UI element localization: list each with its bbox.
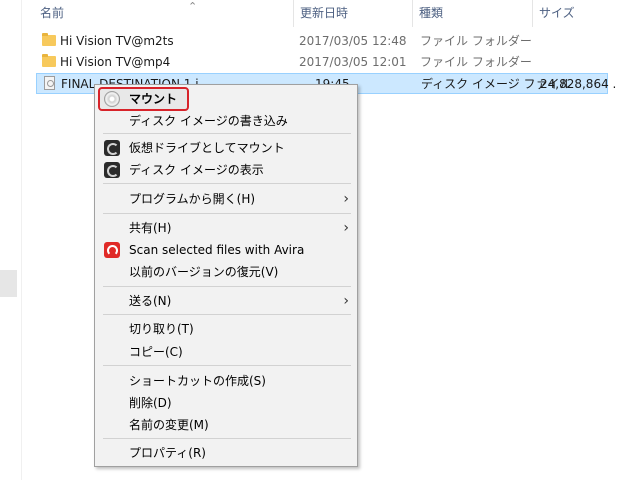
menu-item-cut[interactable]: 切り取り(T) (95, 318, 357, 340)
menu-item-label: マウント (129, 92, 178, 106)
menu-item-scan-avira[interactable]: Scan selected files with Avira (95, 239, 357, 261)
menu-item-mount-virtual-drive[interactable]: 仮想ドライブとしてマウント (95, 137, 357, 159)
daemon-tools-icon (104, 140, 120, 156)
file-type: ファイル フォルダー (420, 55, 532, 69)
file-type: ファイル フォルダー (420, 34, 532, 48)
column-header-size-label: サイズ (539, 6, 575, 20)
column-header-type-label: 種類 (419, 6, 444, 20)
daemon-tools-icon (104, 162, 120, 178)
menu-item-properties[interactable]: プロパティ(R) (95, 442, 357, 464)
file-name: Hi Vision TV@m2ts (60, 34, 174, 48)
column-header-size[interactable]: サイズ (532, 0, 612, 27)
menu-item-open-with[interactable]: プログラムから開く(H) › (95, 188, 357, 210)
menu-separator (103, 438, 351, 439)
menu-item-label: 送る(N) (129, 294, 172, 308)
menu-item-label: 以前のバージョンの復元(V) (129, 265, 279, 279)
menu-item-label: 仮想ドライブとしてマウント (129, 141, 285, 155)
menu-item-mount[interactable]: マウント (95, 88, 357, 110)
column-header-date[interactable]: 更新日時 (293, 0, 413, 27)
menu-item-delete[interactable]: 削除(D) (95, 392, 357, 414)
menu-item-copy[interactable]: コピー(C) (95, 341, 357, 363)
column-header-bar: 名前 ⌃ 更新日時 種類 サイズ (22, 0, 617, 27)
menu-item-rename[interactable]: 名前の変更(M) (95, 414, 357, 436)
submenu-arrow-icon: › (343, 293, 349, 309)
menu-item-label: 切り取り(T) (129, 322, 194, 336)
menu-separator (103, 286, 351, 287)
menu-item-label: プログラムから開く(H) (129, 192, 256, 206)
file-date: 2017/03/05 12:48 (299, 34, 407, 48)
column-header-type[interactable]: 種類 (412, 0, 532, 27)
menu-item-label: プロパティ(R) (129, 446, 206, 460)
menu-item-label: 共有(H) (129, 221, 172, 235)
menu-item-create-shortcut[interactable]: ショートカットの作成(S) (95, 370, 357, 392)
menu-item-send-to[interactable]: 送る(N) › (95, 290, 357, 312)
column-header-name[interactable]: 名前 ⌃ (34, 0, 285, 27)
menu-separator (103, 133, 351, 134)
menu-item-label: ディスク イメージの書き込み (129, 114, 288, 128)
menu-separator (103, 213, 351, 214)
scrollbar-thumb[interactable] (0, 270, 17, 297)
navigation-pane-edge (0, 0, 22, 480)
file-row-mp4-folder[interactable]: Hi Vision TV@mp4 2017/03/05 12:01 ファイル フ… (36, 52, 608, 73)
menu-item-burn-disc-image[interactable]: ディスク イメージの書き込み (95, 110, 357, 132)
file-size: 24,828,864 ... (540, 77, 617, 91)
sort-ascending-icon: ⌃ (188, 0, 198, 13)
column-header-date-label: 更新日時 (300, 6, 349, 20)
file-row-m2ts-folder[interactable]: Hi Vision TV@m2ts 2017/03/05 12:48 ファイル … (36, 31, 608, 52)
file-date: 2017/03/05 12:01 (299, 55, 407, 69)
column-header-name-label: 名前 (40, 6, 65, 20)
menu-item-label: ショートカットの作成(S) (129, 374, 266, 388)
folder-icon (42, 54, 56, 67)
disc-icon (104, 91, 120, 107)
menu-item-label: コピー(C) (129, 345, 183, 359)
disc-image-file-icon (44, 76, 55, 90)
menu-separator (103, 314, 351, 315)
submenu-arrow-icon: › (343, 191, 349, 207)
menu-item-share[interactable]: 共有(H) › (95, 217, 357, 239)
menu-item-label: ディスク イメージの表示 (129, 163, 264, 177)
file-name: Hi Vision TV@mp4 (60, 55, 171, 69)
context-menu: マウント ディスク イメージの書き込み 仮想ドライブとしてマウント ディスク イ… (94, 84, 358, 467)
folder-icon (42, 33, 56, 46)
menu-separator (103, 365, 351, 366)
menu-item-restore-previous-versions[interactable]: 以前のバージョンの復元(V) (95, 261, 357, 283)
menu-item-label: Scan selected files with Avira (129, 243, 305, 257)
menu-item-label: 削除(D) (129, 396, 172, 410)
avira-icon (104, 242, 120, 258)
submenu-arrow-icon: › (343, 220, 349, 236)
menu-item-show-disc-image[interactable]: ディスク イメージの表示 (95, 159, 357, 181)
menu-separator (103, 183, 351, 184)
menu-item-label: 名前の変更(M) (129, 418, 209, 432)
